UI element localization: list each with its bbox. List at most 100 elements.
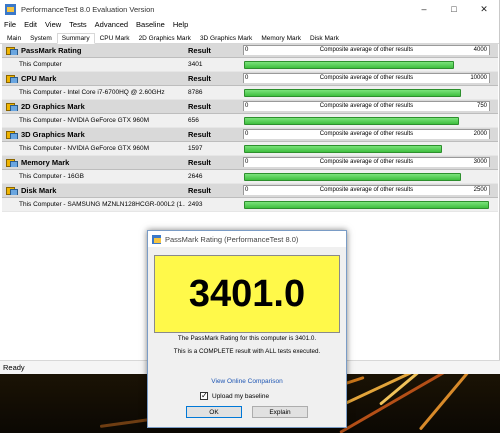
bar-track [243,88,490,97]
benchmark-icon [6,46,18,55]
rating-display: 3401.0 [154,255,340,333]
result-value: 1597 [188,145,203,152]
bar-track [243,200,490,209]
menu-tests[interactable]: Tests [69,20,87,29]
scale-cell: 0 Composite average of other results 2500 [241,184,498,197]
bar-track [243,144,490,153]
upload-baseline-checkbox[interactable] [200,391,208,400]
bar-cell [241,114,498,127]
tab-summary[interactable]: Summary [56,33,95,44]
scale-axis: 0 Composite average of other results 750 [243,101,490,111]
menu-file[interactable]: File [4,20,16,29]
scale-label: Composite average of other results [319,159,414,165]
tab-cpu-mark[interactable]: CPU Mark [96,34,134,43]
ok-button[interactable]: OK [186,406,242,418]
section-title-cell: Memory Mark [2,158,185,167]
scale-axis: 0 Composite average of other results 2000 [243,129,490,139]
menu-view[interactable]: View [45,20,61,29]
section-title-cell: 2D Graphics Mark [2,102,185,111]
benchmark-icon [6,186,18,195]
result-column-header: Result [188,102,211,111]
benchmark-icon [6,102,18,111]
computer-label: This Computer [19,61,62,68]
result-row[interactable]: This Computer - NVIDIA GeForce GTX 960M 1… [2,142,498,156]
result-value: 2646 [188,173,203,180]
result-column-header: Result [188,74,211,83]
scale-label: Composite average of other results [319,187,414,193]
result-value: 3401 [188,61,203,68]
tab-3d-graphics-mark[interactable]: 3D Graphics Mark [196,34,256,43]
result-value: 656 [188,117,199,124]
benchmark-icon [6,130,18,139]
result-bar [244,117,459,125]
tab-disk-mark[interactable]: Disk Mark [306,34,343,43]
scale-max: 2500 [473,187,487,193]
section-title-cell: PassMark Rating [2,46,185,55]
bar-track [243,172,490,181]
scale-max: 3000 [473,159,487,165]
menu-advanced[interactable]: Advanced [95,20,128,29]
section-title: 3D Graphics Mark [21,130,85,139]
menu-baseline[interactable]: Baseline [136,20,165,29]
scale-axis: 0 Composite average of other results 4000 [243,45,490,55]
menu-edit[interactable]: Edit [24,20,37,29]
section-header: 2D Graphics Mark Result 0 Composite average… [2,100,498,114]
computer-label: This Computer - SAMSUNG MZNLN128HCGR-000… [19,201,185,208]
explain-button[interactable]: Explain [252,406,308,418]
rating-value: 3401.0 [188,272,306,315]
section-title-cell: 3D Graphics Mark [2,130,185,139]
result-bar [244,61,454,69]
tab-memory-mark[interactable]: Memory Mark [257,34,305,43]
scale-label: Composite average of other results [319,103,414,109]
window-title: PerformanceTest 8.0 Evaluation Version [21,4,155,14]
tab-system[interactable]: System [26,34,56,43]
upload-baseline-label: Upload my baseline [212,392,270,400]
scale-label: Composite average of other results [319,131,414,137]
tab-strip: Main System Summary CPU Mark 2D Graphics… [0,31,499,44]
section-title: Disk Mark [21,186,57,195]
scale-axis: 0 Composite average of other results 10000 [243,73,490,83]
minimize-button[interactable]: – [409,4,439,14]
scale-axis: 0 Composite average of other results 2500 [243,185,490,195]
result-row[interactable]: This Computer - 16GB 2646 [2,170,498,184]
computer-label: This Computer - Intel Core i7-6700HQ @ 2… [19,89,165,96]
scale-cell: 0 Composite average of other results 4000 [241,44,498,57]
scale-axis: 0 Composite average of other results 3000 [243,157,490,167]
view-online-comparison-link[interactable]: View Online Comparison [148,378,346,385]
dialog-app-icon [152,234,161,244]
result-row[interactable]: This Computer 3401 [2,58,498,72]
section-title: Memory Mark [21,158,70,167]
result-column-header: Result [188,186,211,195]
bar-cell [241,58,498,71]
tab-main[interactable]: Main [3,34,25,43]
completeness-message: This is a COMPLETE result with ALL tests… [173,348,321,355]
close-button[interactable]: ✕ [469,4,499,15]
bar-cell [241,170,498,183]
section-title: PassMark Rating [21,46,82,55]
menu-help[interactable]: Help [173,20,188,29]
app-icon [5,3,16,15]
result-row[interactable]: This Computer - NVIDIA GeForce GTX 960M 6… [2,114,498,128]
scale-max: 750 [476,103,487,109]
result-bar [244,89,462,97]
section-header: CPU Mark Result 0 Composite average of othe… [2,72,498,86]
section-title-cell: Disk Mark [2,186,185,195]
scale-max: 4000 [473,47,487,53]
section-title: 2D Graphics Mark [21,102,85,111]
maximize-button[interactable]: □ [439,4,469,14]
tab-2d-graphics-mark[interactable]: 2D Graphics Mark [135,34,195,43]
result-value: 8786 [188,89,203,96]
scale-label: Composite average of other results [319,75,414,81]
result-row[interactable]: This Computer - SAMSUNG MZNLN128HCGR-000… [2,198,498,212]
result-value: 2493 [188,201,203,208]
section-title: CPU Mark [21,74,57,83]
upload-baseline-option[interactable]: Upload my baseline [200,391,270,400]
bar-cell [241,86,498,99]
scale-max: 2000 [473,131,487,137]
result-row[interactable]: This Computer - Intel Core i7-6700HQ @ 2… [2,86,498,100]
benchmark-icon [6,74,18,83]
scale-cell: 0 Composite average of other results 3000 [241,156,498,169]
computer-label: This Computer - 16GB [19,173,85,180]
section-header: Disk Mark Result 0 Composite average of oth… [2,184,498,198]
result-bar [244,173,462,181]
